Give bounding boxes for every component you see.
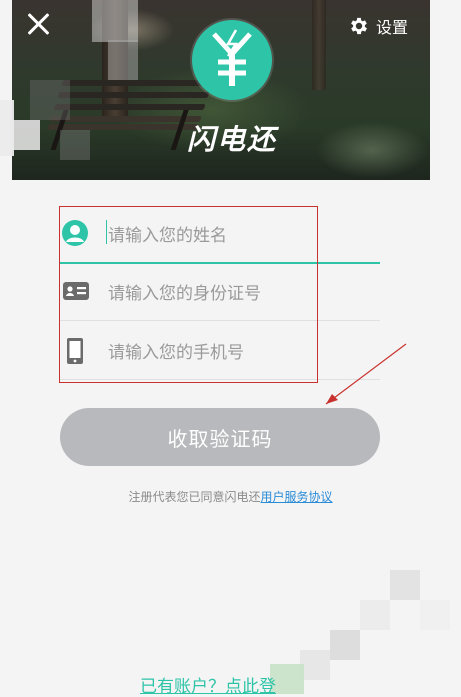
tree-trunk — [312, 0, 326, 90]
login-link[interactable]: 已有账户？点此登 — [140, 672, 276, 697]
agreement-prefix: 注册代表您已同意闪电还 — [128, 490, 261, 504]
settings-button[interactable]: 设置 — [348, 14, 408, 38]
agreement-text: 注册代表您已同意闪电还用户服务协议 — [0, 488, 461, 505]
get-verification-code-button[interactable]: 收取验证码 — [60, 408, 380, 466]
phone-placeholder: 请输入您的手机号 — [108, 343, 244, 363]
person-icon — [62, 220, 88, 246]
service-agreement-link[interactable]: 用户服务协议 — [261, 490, 333, 504]
id-number-field[interactable]: 请输入您的身份证号 — [60, 262, 380, 321]
id-card-icon — [62, 278, 89, 304]
text-cursor — [106, 220, 107, 244]
app-name: 闪电还 — [186, 123, 277, 156]
gear-icon — [351, 17, 367, 35]
phone-icon — [62, 337, 88, 364]
app-logo — [192, 20, 272, 100]
id-number-placeholder: 请输入您的身份证号 — [108, 284, 261, 304]
lightning-yen-icon — [212, 29, 252, 86]
settings-label: 设置 — [376, 18, 409, 37]
name-field[interactable]: 请输入您的姓名 — [60, 204, 380, 264]
name-placeholder: 请输入您的姓名 — [108, 226, 227, 246]
close-button[interactable] — [24, 10, 52, 38]
phone-field[interactable]: 请输入您的手机号 — [60, 321, 380, 380]
